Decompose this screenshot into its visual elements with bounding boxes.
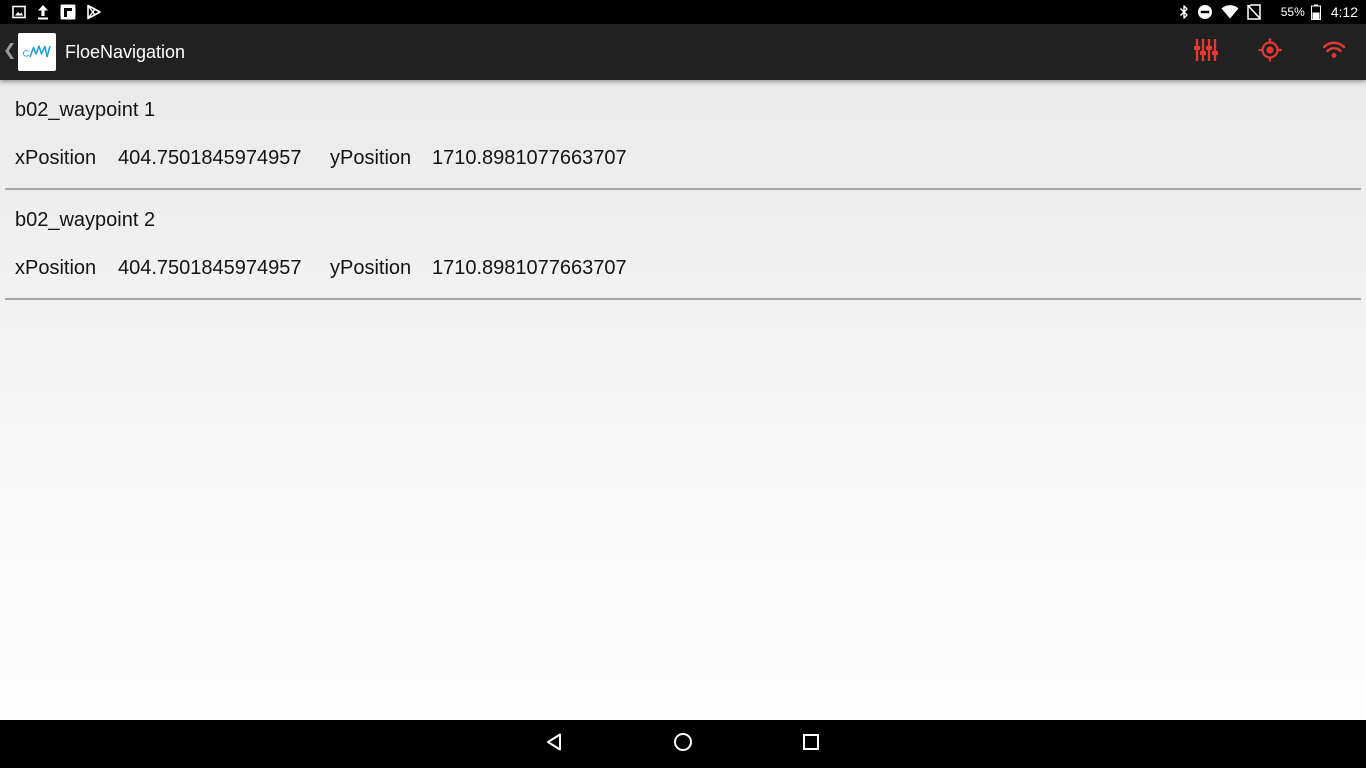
- app-logo-icon[interactable]: C: [18, 33, 56, 71]
- x-position-value: 404.7501845974957: [118, 147, 302, 169]
- gps-target-icon: [1258, 38, 1282, 67]
- notification-icons: [12, 4, 102, 20]
- battery-percent: 55%: [1280, 5, 1305, 19]
- waypoint-list-item[interactable]: b02_waypoint 2 xPosition 404.75018459749…: [5, 190, 1361, 300]
- upload-icon: [36, 4, 50, 20]
- gps-button[interactable]: [1254, 36, 1286, 68]
- waypoint-name: b02_waypoint 2: [15, 209, 156, 231]
- waypoint-list: b02_waypoint 1 xPosition 404.75018459749…: [0, 80, 1366, 720]
- home-button[interactable]: [667, 728, 699, 760]
- app-title: FloeNavigation: [65, 42, 186, 62]
- up-navigation-chevron-icon[interactable]: ❮: [3, 41, 16, 61]
- wifi-button[interactable]: [1318, 36, 1350, 68]
- waypoint-name: b02_waypoint 1: [15, 99, 156, 121]
- back-button[interactable]: [539, 728, 571, 760]
- system-status-icons: 55% 4:12: [1179, 3, 1358, 21]
- x-position-value: 404.7501845974957: [118, 257, 302, 279]
- x-position-label: xPosition: [15, 257, 97, 279]
- clock: 4:12: [1330, 4, 1358, 20]
- battery-icon: [1310, 4, 1321, 20]
- svg-text:C: C: [23, 49, 30, 60]
- back-icon: [545, 732, 565, 757]
- sliders-button[interactable]: [1190, 36, 1222, 68]
- flipboard-icon: [60, 4, 76, 20]
- y-position-label: yPosition: [330, 147, 412, 169]
- play-store-icon: [86, 4, 102, 20]
- y-position-value: 1710.8981077663707: [432, 147, 627, 169]
- x-position-label: xPosition: [15, 147, 97, 169]
- navigation-bar: [0, 720, 1366, 768]
- action-bar: ❮ C FloeNavigation: [0, 24, 1366, 80]
- no-sim-icon: [1246, 4, 1261, 20]
- waypoint-list-item[interactable]: b02_waypoint 1 xPosition 404.75018459749…: [5, 80, 1361, 190]
- y-position-label: yPosition: [330, 257, 412, 279]
- bluetooth-icon: [1179, 4, 1189, 20]
- sliders-icon: [1194, 38, 1218, 67]
- wifi-signal-icon: [1221, 5, 1239, 19]
- recents-button[interactable]: [795, 728, 827, 760]
- recents-icon: [801, 732, 821, 757]
- home-icon: [673, 732, 693, 757]
- status-bar: 55% 4:12: [0, 0, 1366, 24]
- do-not-disturb-icon: [1197, 4, 1213, 20]
- y-position-value: 1710.8981077663707: [432, 257, 627, 279]
- wifi-icon: [1322, 40, 1346, 65]
- gallery-icon: [12, 5, 26, 19]
